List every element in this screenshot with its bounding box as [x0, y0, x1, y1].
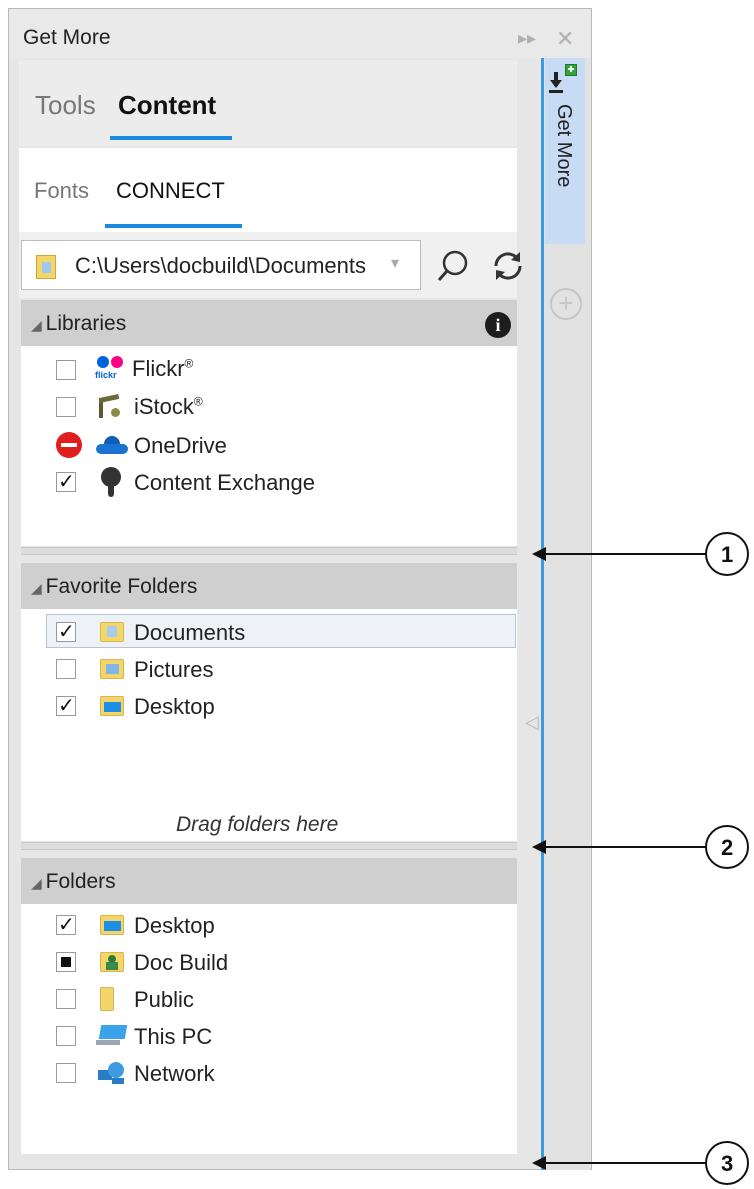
callout-line-3	[545, 1162, 707, 1164]
folders-title-text: Folders	[45, 870, 116, 893]
callout-arrowhead-2	[532, 840, 546, 854]
documents-folder-icon	[100, 622, 124, 642]
collapse-icon: ◢	[31, 580, 46, 596]
public-checkbox[interactable]	[56, 989, 76, 1009]
chevron-down-icon[interactable]: ▾	[391, 253, 399, 273]
favorite-documents-label[interactable]: Documents	[134, 620, 245, 646]
documents-folder-icon	[36, 255, 56, 279]
refresh-icon[interactable]	[490, 248, 526, 284]
callout-number-3: 3	[721, 1151, 734, 1176]
callout-arrowhead-1	[532, 547, 546, 561]
public-folder-icon	[100, 987, 114, 1011]
istock-label-text: iStock	[134, 394, 194, 419]
tab-connect-underline	[105, 224, 242, 228]
this-pc-checkbox[interactable]	[56, 1026, 76, 1046]
favorite-folders-title: ◢ Favorite Folders	[31, 575, 197, 599]
collapse-icon: ◢	[31, 317, 46, 333]
splitter-1[interactable]	[21, 547, 517, 555]
callout-line-2	[545, 846, 707, 848]
tab-connect[interactable]: CONNECT	[116, 178, 225, 204]
collapse-icon: ◢	[31, 875, 46, 891]
secondary-tab-bar	[19, 148, 517, 232]
docker-title: Get More	[23, 26, 111, 49]
splitter-2[interactable]	[21, 842, 517, 850]
favorite-folders-title-text: Favorite Folders	[45, 575, 198, 598]
this-pc-label[interactable]: This PC	[134, 1024, 212, 1050]
istock-checkbox[interactable]	[56, 397, 76, 417]
network-checkbox[interactable]	[56, 1063, 76, 1083]
pictures-folder-icon	[100, 659, 124, 679]
istock-icon	[97, 392, 125, 420]
istock-registered-mark: ®	[193, 394, 203, 409]
search-icon[interactable]	[436, 248, 472, 284]
path-value: C:\Users\docbuild\Documents	[75, 253, 367, 278]
tab-tools[interactable]: Tools	[35, 90, 96, 121]
onedrive-icon	[96, 434, 128, 456]
add-icon[interactable]: +	[550, 288, 582, 320]
callout-number-1: 1	[721, 542, 734, 567]
desktop-folder-icon	[100, 696, 124, 716]
pin-icon[interactable]: ▸▸	[518, 28, 536, 49]
docker-bottom-edge	[9, 1155, 541, 1169]
blocked-icon	[56, 432, 82, 458]
flickr-label-text: Flickr	[132, 356, 185, 381]
documents-checkbox[interactable]	[56, 619, 76, 643]
folders-title: ◢ Folders	[31, 870, 116, 894]
network-icon	[96, 1060, 128, 1086]
callout-line-1	[545, 553, 707, 555]
istock-label[interactable]: iStock®	[134, 394, 203, 420]
folders-desktop-label[interactable]: Desktop	[134, 913, 215, 939]
onedrive-label[interactable]: OneDrive	[134, 433, 227, 459]
side-tab-label[interactable]: Get More	[552, 104, 575, 187]
flickr-icon: flickr	[95, 356, 127, 384]
content-exchange-label[interactable]: Content Exchange	[134, 470, 315, 496]
public-label[interactable]: Public	[134, 987, 194, 1013]
content-exchange-checkbox[interactable]	[56, 469, 76, 493]
computer-icon	[96, 1025, 128, 1047]
network-label[interactable]: Network	[134, 1061, 215, 1087]
tab-content-underline	[110, 136, 232, 140]
tab-content[interactable]: Content	[118, 90, 216, 121]
favorite-pictures-label[interactable]: Pictures	[134, 657, 213, 683]
doc-build-label[interactable]: Doc Build	[134, 950, 228, 976]
user-folder-icon	[100, 952, 124, 972]
drop-hint: Drag folders here	[176, 813, 339, 836]
doc-build-checkbox[interactable]	[56, 952, 76, 972]
flickr-registered-mark: ®	[184, 356, 194, 371]
callout-number-2: 2	[721, 835, 734, 860]
flickr-checkbox[interactable]	[56, 360, 76, 380]
desktop-folder-icon	[100, 915, 124, 935]
info-icon[interactable]: i	[485, 312, 511, 338]
flickr-label[interactable]: Flickr®	[132, 356, 193, 382]
collapse-docker-icon[interactable]: ◁	[525, 712, 539, 733]
callout-arrowhead-3	[532, 1156, 546, 1170]
desktop-checkbox[interactable]	[56, 693, 76, 717]
tab-fonts[interactable]: Fonts	[34, 178, 89, 204]
libraries-title-text: Libraries	[45, 312, 127, 335]
content-exchange-icon	[100, 467, 122, 499]
favorite-desktop-label[interactable]: Desktop	[134, 694, 215, 720]
close-icon[interactable]: ✕	[556, 26, 574, 52]
docker-tab-divider	[541, 58, 544, 1170]
libraries-title: ◢ Libraries	[31, 312, 126, 336]
pictures-checkbox[interactable]	[56, 659, 76, 679]
folders-desktop-checkbox[interactable]	[56, 912, 76, 936]
download-icon	[549, 64, 581, 98]
